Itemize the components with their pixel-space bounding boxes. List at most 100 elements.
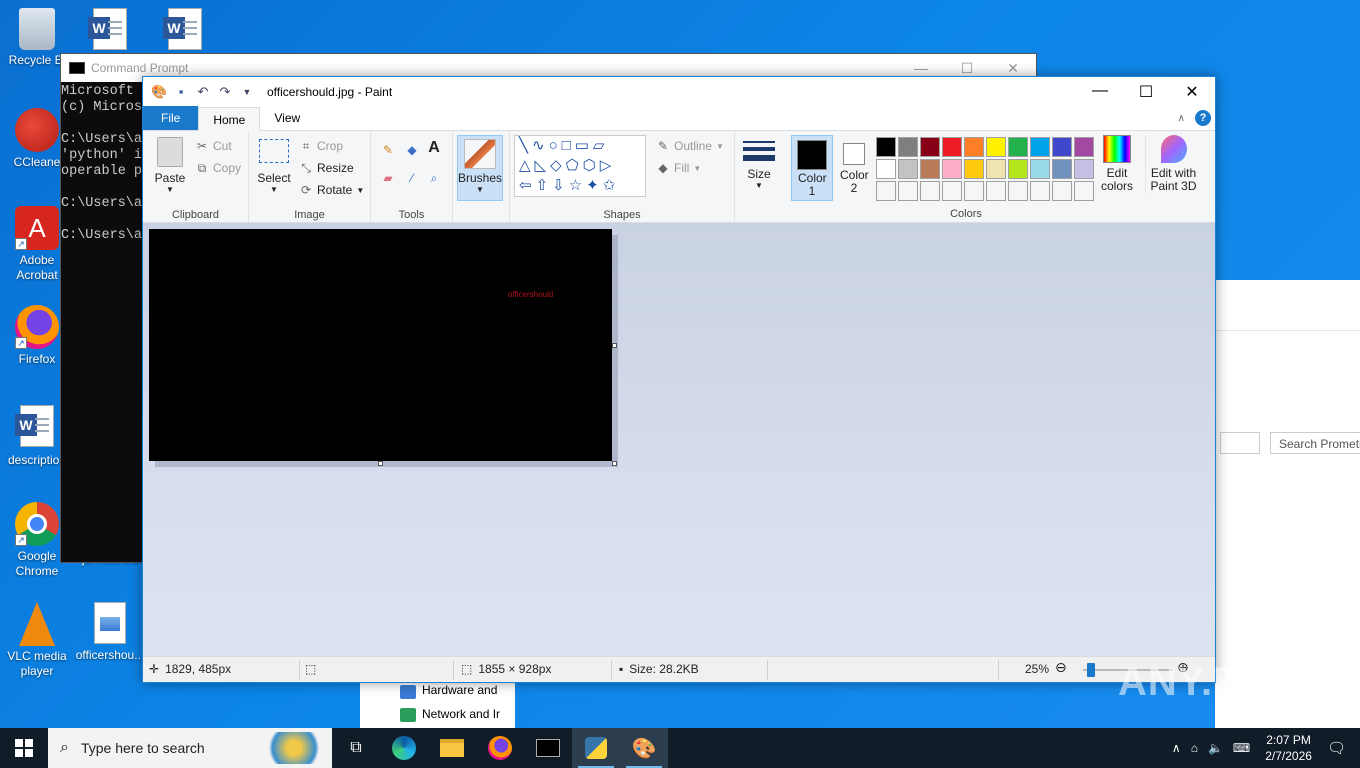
word-doc-icon[interactable]: W — [75, 8, 145, 50]
select-button[interactable]: Select ▼ — [255, 137, 293, 194]
cp-item-hardware[interactable]: Hardware and — [422, 683, 497, 697]
resize-handle-bottom[interactable] — [378, 461, 383, 466]
edit-colors-button[interactable]: Edit colors — [1097, 135, 1137, 193]
color-swatch[interactable] — [1052, 137, 1072, 157]
cmd-taskbar-icon[interactable] — [524, 728, 572, 768]
color-swatch[interactable] — [1074, 181, 1094, 201]
network-icon[interactable]: ⌂ — [1191, 741, 1198, 755]
image-canvas[interactable]: officershould — [149, 229, 612, 461]
resize-handle-corner[interactable] — [612, 461, 617, 466]
customize-qa-icon[interactable]: ▼ — [239, 84, 255, 100]
color-swatch[interactable] — [920, 137, 940, 157]
help-icon[interactable]: ? — [1195, 110, 1211, 126]
rotate-button[interactable]: ⟳ Rotate ▼ — [299, 183, 364, 197]
resize-button[interactable]: ⤡ Resize — [299, 161, 354, 175]
officershould-file-icon[interactable]: officershou... — [75, 602, 145, 663]
color-swatch[interactable] — [1074, 137, 1094, 157]
color1-button[interactable]: Color 1 — [791, 135, 833, 201]
color-swatch[interactable] — [1052, 181, 1072, 201]
collapse-ribbon-icon[interactable]: ∧ — [1178, 113, 1185, 124]
color-swatch[interactable] — [942, 159, 962, 179]
paste-button[interactable]: Paste ▼ — [151, 137, 189, 194]
color-swatch[interactable] — [1030, 181, 1050, 201]
canvas-area[interactable]: officershould — [143, 223, 1215, 657]
clock[interactable]: 2:07 PM 2/7/2026 — [1265, 732, 1312, 764]
zoom-out-icon[interactable]: ⊖ — [1055, 659, 1067, 676]
crop-button[interactable]: ⌗ Crop — [299, 139, 343, 153]
paint-window[interactable]: 🎨 ▪ ↶ ↷ ▼ officershould.jpg - Paint — ☐ … — [142, 76, 1216, 683]
fill-icon[interactable]: ◆ — [405, 143, 419, 157]
color-swatch[interactable] — [898, 159, 918, 179]
fill-button[interactable]: ◆ Fill ▼ — [656, 161, 701, 175]
color-picker-icon[interactable]: ⁄ — [405, 171, 419, 185]
task-view-icon[interactable]: ⧉ — [332, 728, 380, 768]
magnifier-icon[interactable]: ⌕ — [427, 171, 441, 185]
color-swatch[interactable] — [942, 137, 962, 157]
copy-button[interactable]: ⧉ Copy — [195, 161, 241, 175]
chevron-up-icon[interactable]: ∧ — [1172, 741, 1181, 755]
cut-button[interactable]: ✂ Cut — [195, 139, 232, 153]
firefox-taskbar-icon[interactable] — [476, 728, 524, 768]
color-swatch[interactable] — [876, 181, 896, 201]
color-swatch[interactable] — [942, 181, 962, 201]
edge-icon[interactable] — [380, 728, 428, 768]
color-swatch[interactable] — [986, 181, 1006, 201]
color-swatch[interactable] — [876, 159, 896, 179]
color2-button[interactable]: Color 2 — [835, 135, 873, 201]
redo-icon[interactable]: ↷ — [217, 84, 233, 100]
outline-button[interactable]: ✎ Outline ▼ — [656, 139, 724, 153]
color-swatch[interactable] — [986, 159, 1006, 179]
notification-icon[interactable]: 🗨 — [1327, 739, 1346, 757]
color-swatch[interactable] — [1008, 137, 1028, 157]
vlc-icon[interactable]: VLC media player — [2, 602, 72, 679]
keyboard-icon[interactable]: ⌨ — [1233, 741, 1250, 755]
pencil-icon[interactable]: ✎ — [381, 143, 395, 157]
file-explorer-icon[interactable] — [428, 728, 476, 768]
edit-paint3d-button[interactable]: Edit with Paint 3D — [1145, 135, 1201, 193]
color-swatch[interactable] — [964, 137, 984, 157]
color-swatch[interactable] — [920, 159, 940, 179]
color-swatch[interactable] — [1052, 159, 1072, 179]
paint-title-bar[interactable]: 🎨 ▪ ↶ ↷ ▼ officershould.jpg - Paint — ☐ … — [143, 77, 1215, 107]
brushes-button[interactable]: Brushes ▼ — [457, 135, 503, 201]
tab-view[interactable]: View — [260, 106, 314, 130]
tab-home[interactable]: Home — [198, 107, 261, 131]
start-button[interactable] — [0, 728, 48, 768]
volume-icon[interactable]: 🔈 — [1208, 741, 1223, 755]
minimize-icon[interactable]: — — [898, 60, 944, 77]
color-swatch[interactable] — [1030, 159, 1050, 179]
eraser-icon[interactable]: ▰ — [381, 171, 395, 185]
color-swatch[interactable] — [986, 137, 1006, 157]
color-swatch[interactable] — [898, 137, 918, 157]
maximize-icon[interactable]: ☐ — [944, 60, 990, 77]
taskbar-search[interactable]: ⌕ Type here to search — [48, 728, 332, 768]
tab-file[interactable]: File — [143, 106, 199, 130]
color-swatch[interactable] — [898, 181, 918, 201]
maximize-icon[interactable]: ☐ — [1123, 82, 1169, 102]
color-swatch[interactable] — [1030, 137, 1050, 157]
size-button[interactable]: Size ▼ — [739, 137, 779, 190]
minimize-icon[interactable]: — — [1077, 82, 1123, 102]
paint-title: officershould.jpg - Paint — [267, 85, 393, 99]
address-dropdown[interactable] — [1220, 432, 1260, 454]
color-swatch[interactable] — [920, 181, 940, 201]
color-swatch[interactable] — [964, 159, 984, 179]
word-doc-icon-2[interactable]: W — [150, 8, 220, 50]
color-swatch[interactable] — [964, 181, 984, 201]
undo-icon[interactable]: ↶ — [195, 84, 211, 100]
close-icon[interactable]: ✕ — [990, 60, 1036, 77]
resize-handle-right[interactable] — [612, 343, 617, 348]
color-swatch[interactable] — [1008, 159, 1028, 179]
close-icon[interactable]: ✕ — [1169, 82, 1215, 102]
color-swatch[interactable] — [1008, 181, 1028, 201]
color-swatch[interactable] — [1074, 159, 1094, 179]
cp-item-network[interactable]: Network and Ir — [422, 707, 500, 721]
save-icon[interactable]: ▪ — [173, 84, 189, 100]
color-swatch[interactable] — [876, 137, 896, 157]
shapes-gallery[interactable]: ╲∿○□▭▱ △◺◇⬠⬡▷ ⇦⇧⇩☆✦✩ — [514, 135, 646, 197]
text-icon[interactable]: A — [427, 140, 441, 156]
search-field[interactable]: Search Prometh — [1270, 432, 1360, 454]
python-taskbar-icon[interactable] — [572, 728, 620, 768]
paint-taskbar-icon[interactable]: 🎨 — [620, 728, 668, 768]
zoom-slider-thumb[interactable] — [1087, 663, 1095, 677]
